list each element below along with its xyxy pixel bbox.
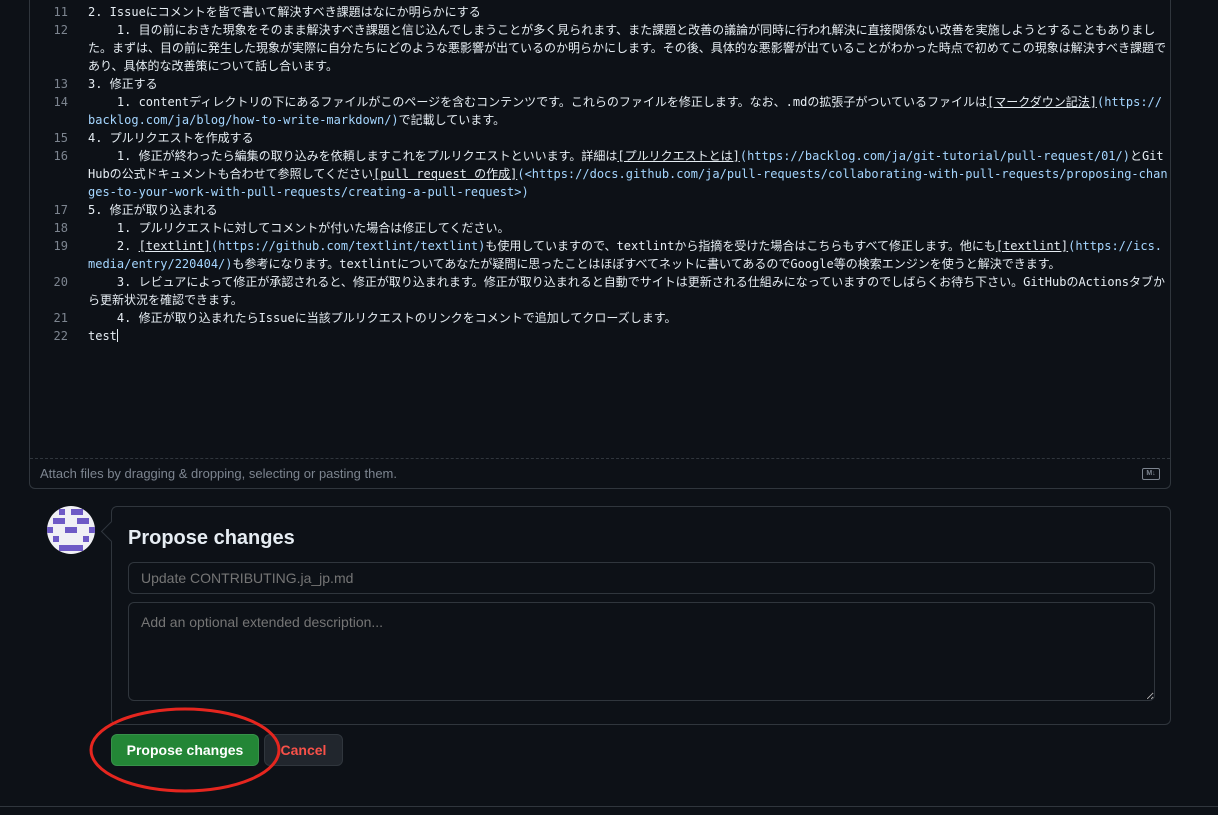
line-text: 2. [textlint](https://github.com/textlin… [88, 237, 1168, 273]
text-segment: も使用していますので、textlintから指摘を受けた場合はこちらもすべて修正し… [485, 239, 996, 253]
line-text: 1. プルリクエストに対してコメントが付いた場合は修正してください。 [88, 219, 1168, 237]
line-text: test [88, 327, 1168, 345]
code-line[interactable]: 12 1. 目の前におきた現象をそのまま解決すべき課題と信じ込んでしまうことが多… [30, 21, 1170, 75]
line-number: 16 [53, 149, 68, 163]
markdown-link-text: [pull request の作成] [372, 167, 518, 181]
text-segment: 4. プルリクエストを作成する [88, 131, 254, 145]
propose-changes-form: Propose changes [111, 506, 1171, 725]
line-text: 3. 修正する [88, 75, 1168, 93]
line-text: 5. 修正が取り込まれる [88, 201, 1168, 219]
propose-heading: Propose changes [128, 527, 295, 549]
text-segment: 1. 修正が終わったら編集の取り込みを依頼しますこれをプルリクエストといいます。… [88, 149, 618, 163]
markdown-link-text: [textlint] [995, 239, 1069, 253]
code-line[interactable]: 22 test [30, 327, 1170, 345]
text-segment: 2. [88, 239, 139, 253]
code-line[interactable]: 14 1. contentディレクトリの下にあるファイルがこのページを含むコンテ… [30, 93, 1170, 129]
line-text: 1. 修正が終わったら編集の取り込みを依頼しますこれをプルリクエストといいます。… [88, 147, 1168, 201]
attach-hint: Attach files by dragging & dropping, sel… [40, 466, 397, 481]
markdown-link-url: (https://github.com/textlint/textlint) [210, 239, 486, 253]
line-number: 18 [53, 221, 68, 235]
line-number: 22 [53, 329, 68, 343]
markdown-icon[interactable]: M↓ [1142, 467, 1160, 480]
code-line[interactable]: 18 1. プルリクエストに対してコメントが付いた場合は修正してください。 [30, 219, 1170, 237]
line-text: 4. 修正が取り込まれたらIssueに当該プルリクエストのリンクをコメントで追加… [88, 309, 1168, 327]
attach-files-bar[interactable]: Attach files by dragging & dropping, sel… [30, 458, 1170, 488]
markdown-link-text: [textlint] [138, 239, 211, 253]
text-segment: 3. 修正する [88, 77, 158, 91]
line-number: 21 [53, 311, 68, 325]
line-number: 19 [53, 239, 68, 253]
text-segment: 5. 修正が取り込まれる [88, 203, 218, 217]
code-line[interactable]: 11 2. Issueにコメントを皆で書いて解決すべき課題はなにか明らかにする [30, 3, 1170, 21]
text-cursor [116, 329, 118, 342]
commit-title-input[interactable] [128, 562, 1155, 594]
text-segment: 4. 修正が取り込まれたらIssueに当該プルリクエストのリンクをコメントで追加… [88, 311, 677, 325]
line-text: 1. 目の前におきた現象をそのまま解決すべき課題と信じ込んでしまうことが多く見ら… [88, 21, 1168, 75]
line-text: 2. Issueにコメントを皆で書いて解決すべき課題はなにか明らかにする [88, 3, 1168, 21]
text-segment: 2. Issueにコメントを皆で書いて解決すべき課題はなにか明らかにする [88, 5, 481, 19]
code-line[interactable]: 21 4. 修正が取り込まれたらIssueに当該プルリクエストのリンクをコメント… [30, 309, 1170, 327]
code-line[interactable]: 20 3. レビュアによって修正が承認されると、修正が取り込まれます。修正が取り… [30, 273, 1170, 309]
line-text: 3. レビュアによって修正が承認されると、修正が取り込まれます。修正が取り込まれ… [88, 273, 1168, 309]
propose-changes-button[interactable]: Propose changes [111, 734, 259, 766]
text-segment: 1. 目の前におきた現象をそのまま解決すべき課題と信じ込んでしまうことが多く見ら… [88, 23, 1166, 73]
code-area[interactable]: 11 2. Issueにコメントを皆で書いて解決すべき課題はなにか明らかにする 12… [30, 3, 1170, 345]
text-segment: で記載しています。 [398, 113, 506, 127]
markdown-link-text: [マークダウン記法] [987, 95, 1097, 109]
code-line[interactable]: 19 2. [textlint](https://github.com/text… [30, 237, 1170, 273]
line-text: 1. contentディレクトリの下にあるファイルがこのページを含むコンテンツで… [88, 93, 1168, 129]
code-line[interactable]: 13 3. 修正する [30, 75, 1170, 93]
text-segment: 1. contentディレクトリの下にあるファイルがこのページを含むコンテンツで… [88, 95, 987, 109]
line-number: 13 [53, 77, 68, 91]
line-number: 15 [53, 131, 68, 145]
code-line[interactable]: 15 4. プルリクエストを作成する [30, 129, 1170, 147]
line-text: 4. プルリクエストを作成する [88, 129, 1168, 147]
text-segment: 3. レビュアによって修正が承認されると、修正が取り込まれます。修正が取り込まれ… [88, 275, 1166, 307]
code-line[interactable]: 16 1. 修正が終わったら編集の取り込みを依頼しますこれをプルリクエストといい… [30, 147, 1170, 201]
text-segment: 1. プルリクエストに対してコメントが付いた場合は修正してください。 [88, 221, 510, 235]
line-number: 20 [53, 275, 68, 289]
divider [0, 806, 1218, 807]
text-segment: test [88, 329, 117, 343]
file-editor[interactable]: 11 2. Issueにコメントを皆で書いて解決すべき課題はなにか明らかにする 12… [29, 0, 1171, 489]
line-number: 14 [53, 95, 68, 109]
code-line[interactable]: 17 5. 修正が取り込まれる [30, 201, 1170, 219]
text-segment: も参考になります。textlintについてあなたが疑問に思ったことはほぼすべてネ… [232, 257, 1061, 271]
markdown-link-text: [プルリクエストとは] [617, 149, 740, 163]
line-number: 11 [53, 5, 68, 19]
commit-description-input[interactable] [128, 602, 1155, 701]
cancel-button[interactable]: Cancel [264, 734, 343, 766]
avatar [47, 506, 95, 554]
line-number: 12 [53, 23, 68, 37]
line-number: 17 [53, 203, 68, 217]
markdown-link-url: (https://backlog.com/ja/git-tutorial/pul… [739, 149, 1130, 163]
